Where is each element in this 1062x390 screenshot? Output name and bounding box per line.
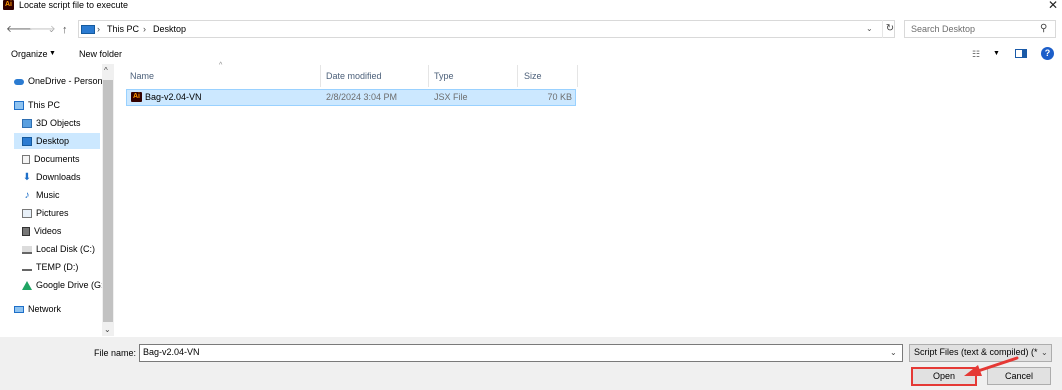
sidebar-item-pictures[interactable]: Pictures xyxy=(22,205,102,221)
sidebar-item-network[interactable]: Network xyxy=(14,301,102,317)
sidebar-item-label: Local Disk (C:) xyxy=(36,244,96,254)
sidebar-item-documents[interactable]: Documents xyxy=(22,151,102,167)
sidebar-item-label: Music xyxy=(36,190,60,200)
recent-locations-chevron-icon[interactable]: ⌄ xyxy=(48,18,55,42)
column-header-date-modified[interactable]: Date modified xyxy=(326,70,382,82)
organize-chevron-icon[interactable]: ▼ xyxy=(49,48,56,60)
file-name-value[interactable]: Bag-v2.04-VN xyxy=(143,346,200,359)
sidebar-item-videos[interactable]: Videos xyxy=(22,223,102,239)
breadcrumb-separator[interactable]: › xyxy=(97,21,100,37)
file-date-modified: 2/8/2024 3:04 PM xyxy=(326,92,398,102)
video-icon xyxy=(22,227,30,237)
column-divider[interactable] xyxy=(517,65,518,87)
breadcrumb-this-pc[interactable]: This PC xyxy=(107,21,139,37)
column-divider[interactable] xyxy=(320,65,321,87)
sidebar-item-onedrive[interactable]: OneDrive - Person xyxy=(14,73,102,89)
breadcrumb-desktop[interactable]: Desktop xyxy=(153,21,186,37)
google-drive-icon xyxy=(22,281,32,291)
column-header-size[interactable]: Size xyxy=(524,70,542,82)
download-icon: ⬇ xyxy=(22,172,32,184)
sidebar-item-label: Documents xyxy=(34,154,80,164)
address-dropdown-chevron-icon[interactable]: ⌄ xyxy=(866,21,873,37)
column-divider[interactable] xyxy=(577,65,578,87)
file-size: 70 KB xyxy=(547,92,572,102)
desktop-icon xyxy=(22,137,32,147)
sort-ascending-icon: ^ xyxy=(219,62,223,69)
sidebar-item-temp-d[interactable]: TEMP (D:) xyxy=(22,259,102,275)
sidebar-item-label: Downloads xyxy=(36,172,81,182)
view-chevron-icon[interactable]: ▼ xyxy=(993,48,1000,60)
sidebar-item-label: TEMP (D:) xyxy=(36,262,79,272)
sidebar-item-this-pc[interactable]: This PC xyxy=(14,97,102,113)
scroll-down-chevron-icon[interactable]: ⌄ xyxy=(104,325,111,334)
jsx-file-icon: Ai xyxy=(131,92,142,102)
view-options-icon[interactable]: ☷ xyxy=(972,48,980,60)
title-bar xyxy=(0,0,1062,13)
document-icon xyxy=(22,155,30,165)
address-bar[interactable] xyxy=(78,20,895,38)
music-icon: ♪ xyxy=(24,190,30,202)
illustrator-app-icon: Ai xyxy=(3,0,14,10)
sidebar-item-label: Google Drive (G: xyxy=(36,280,102,290)
file-type-chevron-icon[interactable]: ⌄ xyxy=(1041,346,1048,359)
file-name[interactable]: Bag-v2.04-VN xyxy=(145,91,202,104)
this-pc-address-icon xyxy=(81,25,95,34)
picture-icon xyxy=(22,209,32,219)
sidebar-item-3d-objects[interactable]: 3D Objects xyxy=(22,115,102,131)
network-icon xyxy=(14,306,24,314)
computer-icon xyxy=(14,101,24,111)
navigation-pane: OneDrive - Person This PC 3D Objects Des… xyxy=(0,64,115,336)
up-arrow-icon[interactable]: ↑ xyxy=(62,18,68,42)
new-folder-button[interactable]: New folder xyxy=(79,48,122,60)
preview-pane-icon-fill xyxy=(1022,50,1026,57)
window-title: Locate script file to execute xyxy=(19,0,129,10)
file-type: JSX File xyxy=(434,92,468,102)
sidebar-item-label: 3D Objects xyxy=(36,118,81,128)
sidebar-item-label: Videos xyxy=(34,226,62,236)
sidebar-item-google-drive[interactable]: Google Drive (G: xyxy=(22,277,102,293)
refresh-icon[interactable]: ↻ xyxy=(882,20,897,38)
cube-icon xyxy=(22,119,32,129)
sidebar-item-local-disk-c[interactable]: Local Disk (C:) xyxy=(22,241,102,257)
sidebar-scrollbar-thumb[interactable] xyxy=(103,80,113,322)
annotation-arrow-icon xyxy=(964,356,1019,376)
column-header-type[interactable]: Type xyxy=(434,70,454,82)
search-placeholder[interactable]: Search Desktop xyxy=(911,21,975,37)
column-header-name[interactable]: Name xyxy=(130,70,154,82)
breadcrumb-separator[interactable]: › xyxy=(143,21,146,37)
organize-button[interactable]: Organize xyxy=(11,48,48,60)
file-name-label: File name: xyxy=(94,348,137,358)
sidebar-item-downloads[interactable]: ⬇ Downloads xyxy=(22,169,102,185)
sidebar-item-label: This PC xyxy=(28,100,61,110)
help-icon[interactable]: ? xyxy=(1041,47,1054,60)
sidebar-item-label: Pictures xyxy=(36,208,69,218)
sidebar-item-desktop[interactable]: Desktop xyxy=(22,133,102,149)
sidebar-item-label: OneDrive - Person xyxy=(28,76,102,86)
search-icon[interactable]: ⚲ xyxy=(1040,21,1047,37)
sidebar-item-music[interactable]: ♪ Music xyxy=(22,187,102,203)
sidebar-item-label: Desktop xyxy=(36,136,70,146)
close-button[interactable]: ✕ xyxy=(1045,0,1061,12)
cloud-icon xyxy=(14,78,24,85)
drive-icon xyxy=(22,264,32,272)
sidebar-item-label: Network xyxy=(28,304,62,314)
column-divider[interactable] xyxy=(428,65,429,87)
scroll-up-chevron-icon[interactable]: ^ xyxy=(104,66,108,75)
disk-icon xyxy=(22,245,32,254)
file-name-input[interactable] xyxy=(139,344,903,362)
file-name-dropdown-chevron-icon[interactable]: ⌄ xyxy=(890,346,897,359)
